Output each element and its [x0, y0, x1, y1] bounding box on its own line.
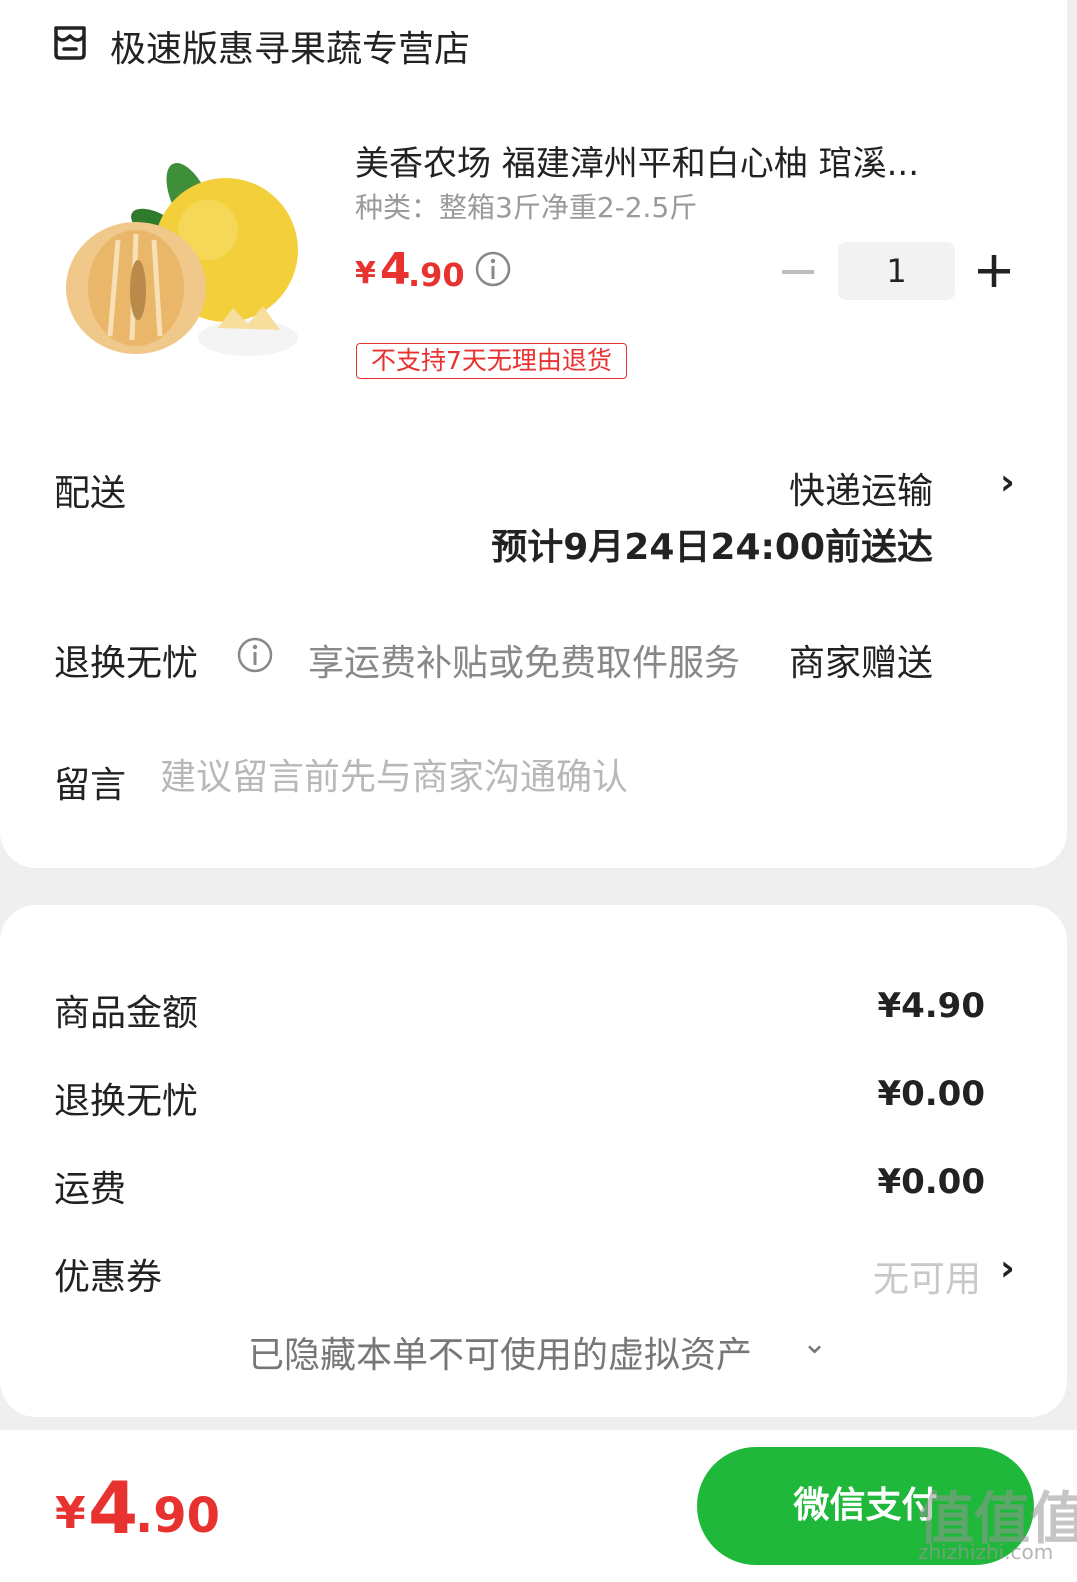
product-image[interactable]	[58, 140, 303, 370]
return-info-icon[interactable]	[236, 636, 274, 674]
no-return-tag: 不支持7天无理由退货	[356, 343, 627, 379]
product-title[interactable]: 美香农场 福建漳州平和白心柚 琯溪...	[355, 136, 919, 185]
return-service-desc: 享运费补贴或免费取件服务	[308, 643, 741, 684]
quantity-value[interactable]: 1	[838, 242, 955, 300]
increase-quantity-button[interactable]	[975, 252, 1013, 290]
goods-amount-label: 商品金额	[54, 993, 199, 1034]
goods-amount-value: ¥4.90	[877, 986, 985, 1026]
watermark-url: zhizhizhi.com	[918, 1540, 1054, 1564]
coupon-value[interactable]: 无可用	[873, 1250, 981, 1302]
delivery-label: 配送	[54, 473, 127, 514]
shipping-fee-value: ¥0.00	[877, 1162, 985, 1202]
return-fee-value: ¥0.00	[877, 1074, 985, 1114]
delivery-method[interactable]: 快递运输	[789, 462, 933, 514]
coupon-chevron-icon[interactable]: ›	[1000, 1248, 1015, 1289]
store-icon	[54, 26, 86, 60]
coupon-label[interactable]: 优惠券	[54, 1248, 162, 1300]
message-label: 留言	[54, 765, 127, 806]
message-input[interactable]	[160, 752, 960, 802]
total-symbol: ¥	[55, 1488, 86, 1539]
order-card: 极速版惠寻果蔬专营店 美香农场 福建漳州平和白心柚 琯溪... 种类：整箱3斤净…	[0, 0, 1067, 868]
hidden-assets-toggle[interactable]: 已隐藏本单不可使用的虚拟资产	[248, 1326, 752, 1378]
product-spec[interactable]: 种类：整箱3斤净重2-2.5斤	[355, 186, 697, 226]
shipping-fee-label: 运费	[54, 1169, 127, 1210]
store-name[interactable]: 极速版惠寻果蔬专营店	[110, 20, 470, 72]
delivery-eta: 预计9月24日24:00前送达	[491, 527, 933, 568]
chevron-down-icon[interactable]: ⌄	[802, 1326, 827, 1361]
total-integer: 4	[88, 1466, 139, 1550]
return-fee-label: 退换无忧	[54, 1081, 199, 1122]
return-service-label: 退换无忧	[54, 643, 199, 684]
price-decimal: .90	[408, 256, 465, 294]
price-symbol: ¥	[355, 256, 376, 291]
decrease-quantity-button[interactable]	[780, 254, 816, 290]
return-service-gift: 商家赠送	[788, 643, 933, 684]
price-integer: 4	[380, 244, 411, 295]
price-info-icon[interactable]	[474, 250, 512, 288]
delivery-chevron-icon[interactable]: ›	[1000, 462, 1015, 503]
total-decimal: .90	[135, 1488, 221, 1544]
